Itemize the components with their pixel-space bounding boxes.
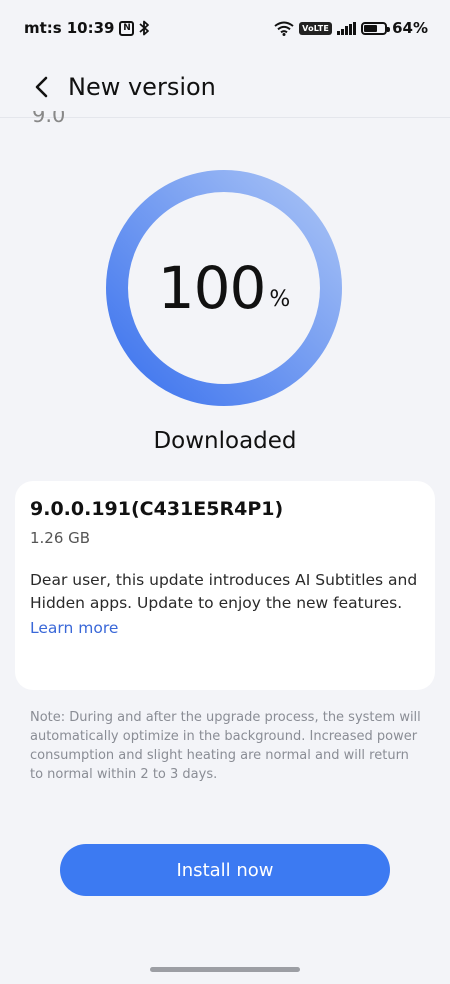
version-heading-clipped: 9.0 [32, 111, 66, 126]
clock: 10:39 [66, 19, 115, 37]
status-bar-left: mt:s 10:39 N [24, 19, 150, 37]
back-arrow-icon[interactable] [28, 73, 56, 101]
status-bar-right: VoLTE 64% [274, 19, 428, 37]
upgrade-note: Note: During and after the upgrade proce… [30, 710, 421, 782]
update-size: 1.26 GB [30, 529, 91, 547]
home-indicator[interactable] [150, 967, 300, 972]
carrier-label: mt:s [24, 19, 62, 37]
page-title: New version [68, 72, 216, 101]
update-info-card: 9.0.0.191(C431E5R4P1) 1.26 GB Dear user,… [15, 481, 435, 690]
download-status: Downloaded [153, 428, 297, 454]
wifi-icon [274, 21, 294, 36]
update-screen: mt:s 10:39 N VoLTE 64% New version 9.0 1… [0, 0, 450, 984]
install-now-button[interactable]: Install now [60, 844, 390, 896]
title-bar: New version [0, 56, 450, 118]
status-bar: mt:s 10:39 N VoLTE 64% [0, 0, 450, 56]
update-description: Dear user, this update introduces AI Sub… [30, 571, 418, 612]
battery-icon [361, 21, 391, 35]
signal-icon [337, 21, 357, 35]
nfc-icon: N [119, 20, 135, 36]
version-number: 9.0.0.191(C431E5R4P1) [30, 498, 284, 520]
battery-percent: 64% [392, 19, 428, 37]
learn-more-link[interactable]: Learn more [30, 619, 118, 637]
progress-unit: % [269, 286, 291, 312]
progress-number: 100 [157, 254, 267, 322]
volte-icon: VoLTE [299, 21, 333, 35]
progress-readout: 100 % [106, 170, 342, 406]
bluetooth-icon [139, 20, 150, 36]
